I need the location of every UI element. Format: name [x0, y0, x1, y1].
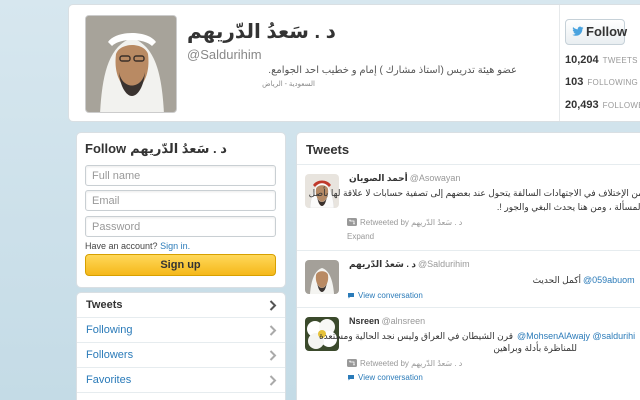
profile-bio: عضو هيئة تدريس (أستاذ مشارك ) إمام و خطي… — [268, 65, 517, 76]
nav-item-tweets[interactable]: Tweets — [77, 293, 285, 318]
stat-label: FOLLOWING — [587, 78, 639, 87]
stat-label: FOLLOWERS — [602, 101, 640, 110]
nav-item-followers[interactable]: Followers — [77, 343, 285, 368]
nav-item-label: Following — [86, 324, 133, 336]
profile-header-card: د . سَعدُ الدّريهم @Saldurihim عضو هيئة … — [68, 4, 640, 122]
profile-avatar[interactable] — [85, 15, 177, 113]
chevron-right-icon — [269, 300, 277, 311]
full-name-input[interactable] — [85, 165, 276, 186]
stat-value: 10,204 — [565, 54, 599, 66]
stat-value: 20,493 — [565, 99, 599, 111]
view-conversation-label: View conversation — [358, 373, 423, 382]
tweet-author-name: أحمد الصويان — [349, 173, 408, 183]
tweets-header: Tweets — [297, 133, 640, 165]
sign-in-link[interactable]: Sign in. — [160, 241, 190, 251]
tweets-timeline: Tweets أحمد الصويان @Asowayan من الإختلاف… — [296, 132, 640, 400]
conversation-bubble-icon — [348, 375, 354, 381]
follow-button-label: Follow — [586, 24, 628, 39]
retweeted-by-label: Retweeted by — [360, 359, 409, 368]
follow-button[interactable]: Follow — [565, 19, 628, 45]
expand-link[interactable]: Expand — [347, 232, 374, 241]
tweet-mention[interactable]: @MohsenAlAwajy @saldurihi — [517, 331, 635, 341]
view-conversation-link[interactable]: View conversation — [347, 373, 423, 382]
retweet-icon — [347, 218, 357, 226]
tweet-avatar[interactable] — [305, 260, 339, 294]
password-input[interactable] — [85, 216, 276, 237]
tweet-text-line: @MohsenAlAwajy @saldurihi — [517, 331, 635, 341]
tweet-author-name: د . سَعدُ الدّريهم — [349, 259, 416, 269]
stat-label: TWEETS — [602, 56, 638, 65]
retweet-icon — [347, 359, 357, 367]
have-account-label: Have an account? — [85, 241, 158, 251]
nav-item-label: Favorites — [86, 374, 132, 386]
retweeted-by-name: د . سَعدُ الدّريهم — [411, 218, 463, 227]
tweet-text-line: أكمل الحديث — [532, 275, 581, 285]
nav-item-label: Tweets — [86, 299, 123, 311]
follow-box-title-prefix: Follow — [85, 141, 127, 156]
view-conversation-label: View conversation — [358, 291, 423, 300]
retweeted-by: Retweeted by د . سَعدُ الدّريهم — [347, 359, 462, 368]
profile-nav: Tweets Following Followers Favorites — [76, 292, 286, 400]
tweet-item[interactable]: Nsreen @alnsreen @MohsenAlAwajy @saldurih… — [297, 309, 640, 400]
follow-box-title-name: د . سَعدُ الدّريهم — [130, 141, 227, 156]
retweeted-by-label: Retweeted by — [360, 218, 409, 227]
nav-item-label: Followers — [86, 349, 134, 361]
chevron-right-icon — [269, 325, 277, 336]
follow-box-title: Follow د . سَعدُ الدّريهم — [85, 141, 227, 157]
tweet-author-handle: @alnsreen — [381, 316, 426, 326]
tweet-author-name: Nsreen — [349, 316, 380, 326]
tweet-author-handle: @Asowayan — [409, 173, 461, 183]
tweet-text-line: للمناظرة بأدلة وبراهين — [493, 343, 577, 353]
profile-name: د . سَعدُ الدّريهم — [187, 21, 336, 43]
twitter-bird-icon — [572, 26, 584, 36]
profile-photo-image — [86, 16, 176, 112]
tweet-mention[interactable]: @059abuom — [583, 275, 635, 285]
profile-handle: @Saldurihim — [187, 47, 262, 62]
nav-item-following[interactable]: Following — [77, 318, 285, 343]
tweet-avatar-image — [305, 260, 339, 294]
have-account-text: Have an account? Sign in. — [85, 241, 190, 251]
tweet-item[interactable]: أحمد الصويان @Asowayan من الإختلاف في الا… — [297, 166, 640, 251]
retweeted-by-name: د . سَعدُ الدّريهم — [411, 359, 463, 368]
stat-followers[interactable]: 20,493FOLLOWERS — [565, 95, 640, 113]
tweet-text-line: قرن الشيطان في العراق وليس نجد الحالية و… — [318, 331, 513, 341]
stat-following[interactable]: 103 FOLLOWING — [565, 72, 640, 90]
retweeted-by: Retweeted by د . سَعدُ الدّريهم — [347, 218, 462, 227]
chevron-right-icon — [269, 350, 277, 361]
tweet-author[interactable]: Nsreen @alnsreen — [349, 316, 425, 326]
tweet-text-line: المسألة ، ومن هنا يحدث البغي والجور !. — [496, 202, 640, 212]
stats-divider — [559, 5, 560, 121]
view-conversation-link[interactable]: View conversation — [347, 291, 423, 300]
conversation-bubble-icon — [348, 293, 354, 299]
profile-location: السعودية - الرياض — [262, 81, 315, 88]
tweet-author[interactable]: د . سَعدُ الدّريهم @Saldurihim — [349, 259, 470, 270]
signup-button[interactable]: Sign up — [85, 254, 276, 276]
tweet-item[interactable]: د . سَعدُ الدّريهم @Saldurihim @059abuom … — [297, 252, 640, 308]
tweet-author[interactable]: أحمد الصويان @Asowayan — [349, 173, 460, 184]
tweets-title: Tweets — [306, 142, 350, 157]
chevron-right-icon — [269, 375, 277, 386]
tweet-text-line: من الإختلاف في الاجتهادات السالفة يتحول … — [308, 188, 640, 198]
follow-signup-box: Followد . سَعدُ الدّريهم Have an account… — [76, 132, 286, 288]
tweet-text-line: @059abuom — [583, 275, 635, 285]
stat-value: 103 — [565, 76, 584, 88]
stat-tweets[interactable]: 10,204 TWEETS — [565, 50, 640, 68]
nav-item-favorites[interactable]: Favorites — [77, 368, 285, 393]
tweet-author-handle: @Saldurihim — [417, 259, 470, 269]
email-input[interactable] — [85, 190, 276, 211]
